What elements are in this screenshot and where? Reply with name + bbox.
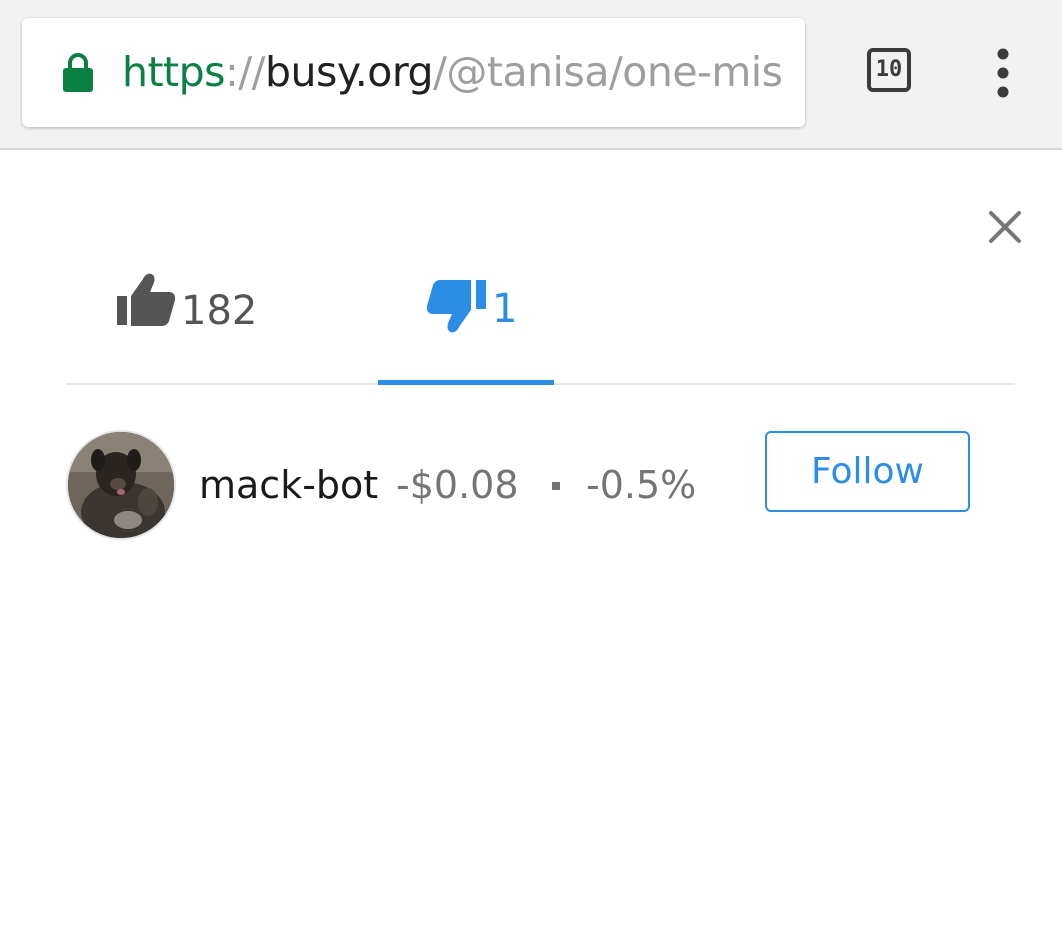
url-text[interactable]: https://busy.org/@tanisa/one-mis xyxy=(122,40,783,104)
close-icon[interactable] xyxy=(984,206,1026,248)
vote-percent: -0.5% xyxy=(586,463,697,507)
active-tab-indicator xyxy=(378,380,554,385)
avatar[interactable] xyxy=(66,430,176,540)
separator-dot xyxy=(552,482,560,490)
dislikes-count: 1 xyxy=(492,286,518,332)
url-host: busy.org xyxy=(264,48,434,96)
voter-list-item: mack-bot -$0.08 -0.5% Follow xyxy=(66,430,1015,542)
avatar-dog-image xyxy=(68,432,174,538)
tab-dislikes[interactable]: 1 xyxy=(378,262,554,382)
url-separator: :// xyxy=(225,48,265,96)
follow-button[interactable]: Follow xyxy=(765,431,970,512)
thumbs-up-icon xyxy=(117,273,176,326)
tab-likes[interactable]: 182 xyxy=(66,262,366,382)
more-vert-icon[interactable] xyxy=(990,48,1016,98)
likes-count: 182 xyxy=(181,288,258,334)
url-scheme: https xyxy=(122,48,226,96)
tab-switcher-button[interactable]: 10 xyxy=(867,48,911,92)
url-path: /@tanisa/one-mis xyxy=(433,48,783,96)
voter-username[interactable]: mack-bot xyxy=(199,460,378,510)
vote-value: -$0.08 xyxy=(396,463,519,507)
browser-toolbar: https://busy.org/@tanisa/one-mis 10 xyxy=(0,0,1062,150)
vote-tabs: 182 1 xyxy=(66,262,1015,386)
address-bar[interactable]: https://busy.org/@tanisa/one-mis xyxy=(22,18,805,127)
lock-icon xyxy=(63,53,93,92)
thumbs-down-icon xyxy=(426,280,486,333)
